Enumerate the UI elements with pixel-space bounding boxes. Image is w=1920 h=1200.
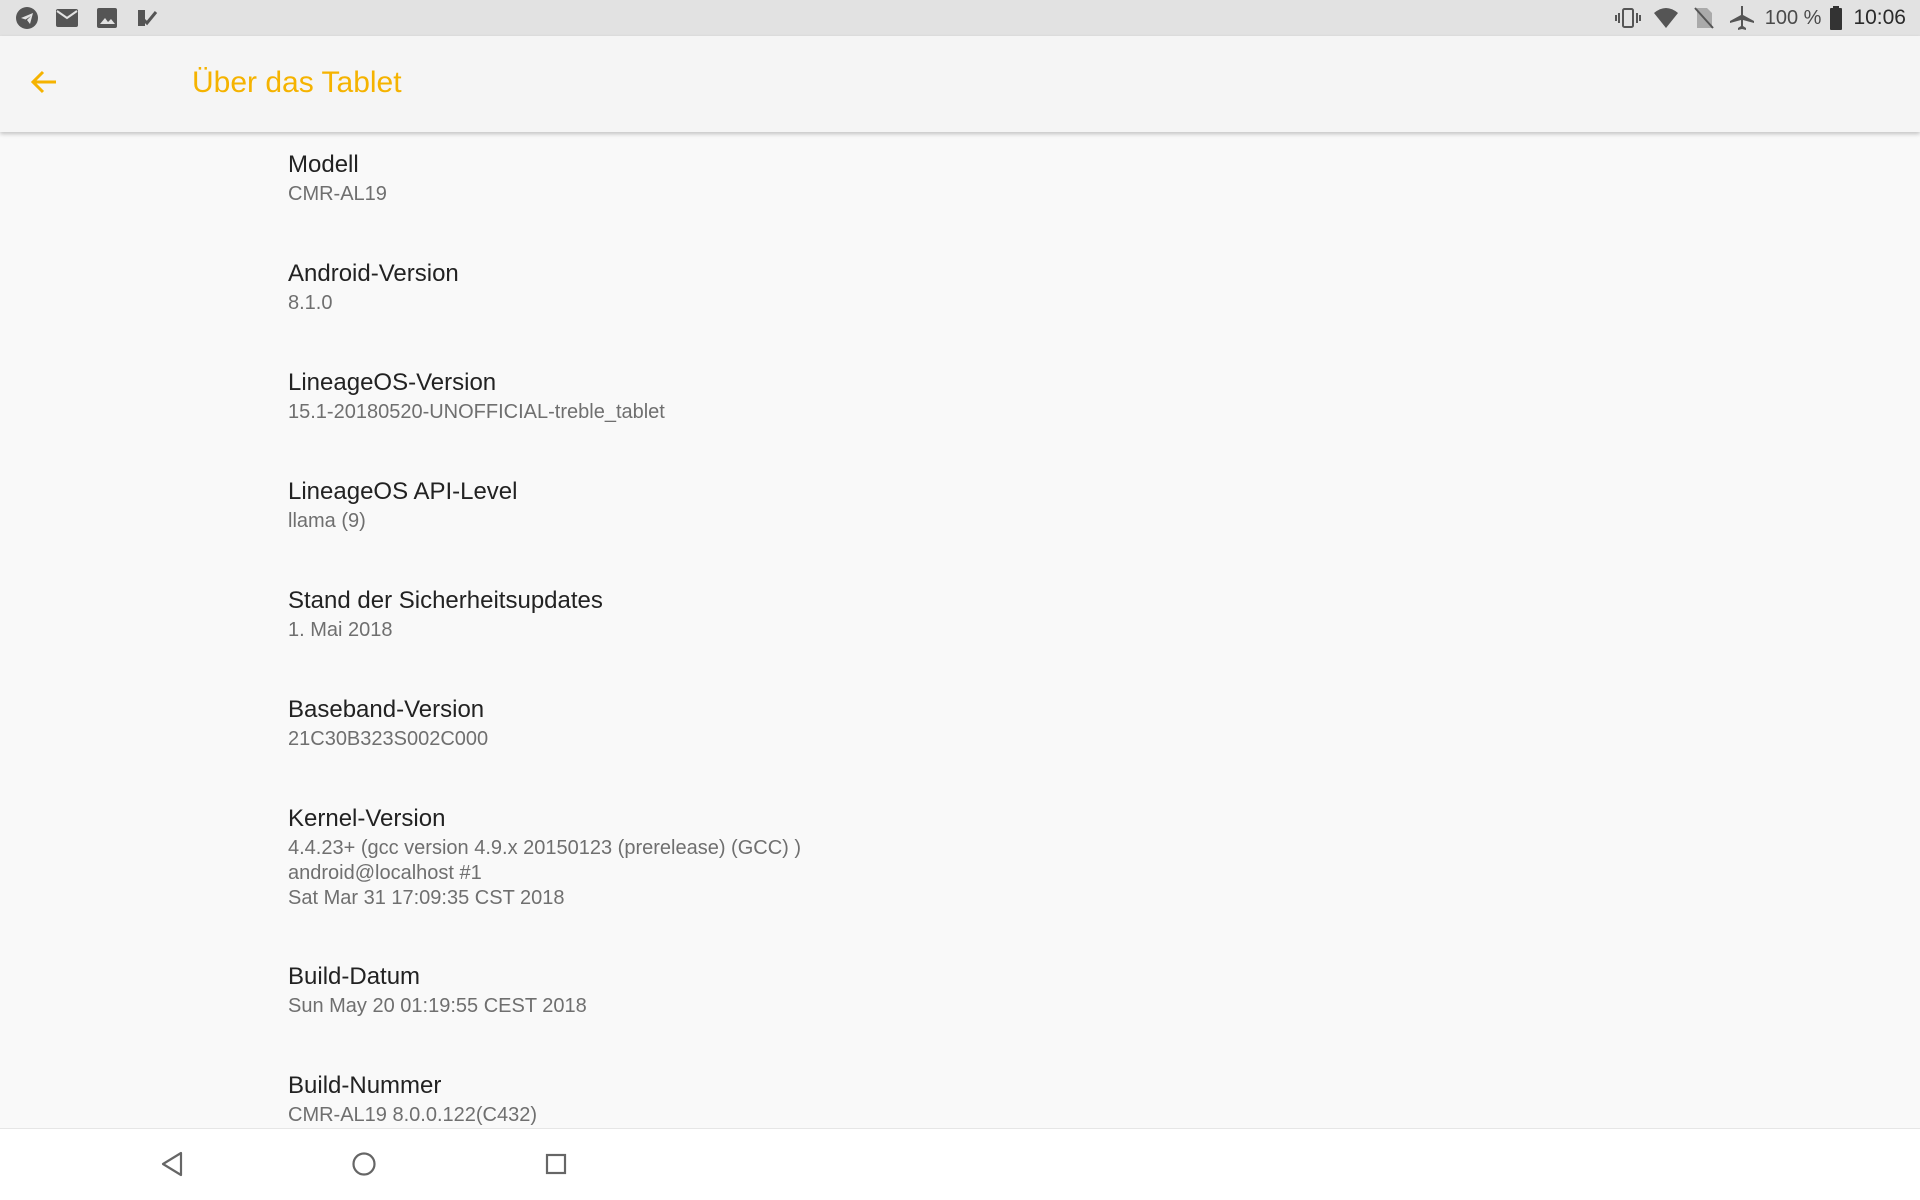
item-value: llama (9) — [288, 510, 366, 532]
back-triangle-icon — [160, 1151, 184, 1182]
task-check-icon — [134, 5, 160, 31]
list-item-kernel-version[interactable]: Kernel-Version 4.4.23+ (gcc version 4.9.… — [288, 804, 1920, 911]
battery-icon — [1829, 5, 1843, 31]
clock: 10:06 — [1853, 6, 1906, 29]
home-circle-icon — [351, 1151, 377, 1182]
telegram-icon — [14, 5, 40, 31]
list-item-android-version[interactable]: Android-Version 8.1.0 — [288, 259, 1920, 316]
system-icons: 100 % 10:06 — [1603, 5, 1906, 31]
item-title: Build-Datum — [288, 963, 421, 990]
item-value: CMR-AL19 8.0.0.122(C432) — [288, 1104, 538, 1126]
list-item-build-number[interactable]: Build-Nummer CMR-AL19 8.0.0.122(C432) — [288, 1071, 1920, 1128]
notification-icons — [14, 5, 174, 31]
list-item-lineageos-api-level[interactable]: LineageOS API-Level llama (9) — [288, 477, 1920, 534]
item-title: Stand der Sicherheitsupdates — [288, 587, 603, 614]
battery-percentage: 100 % — [1764, 6, 1822, 29]
mail-icon — [54, 5, 80, 31]
item-value: 15.1-20180520-UNOFFICIAL-treble_tablet — [288, 401, 665, 423]
status-bar: 100 % 10:06 — [0, 0, 1920, 36]
back-button[interactable] — [22, 62, 66, 106]
item-title: Modell — [288, 151, 359, 178]
item-title: Android-Version — [288, 260, 459, 287]
wifi-icon — [1653, 5, 1679, 31]
nav-recents-button[interactable] — [533, 1143, 579, 1189]
navigation-bar — [0, 1128, 1920, 1200]
nav-home-button[interactable] — [341, 1143, 387, 1189]
app-bar: Über das Tablet — [0, 36, 1920, 132]
list-item-lineageos-version[interactable]: LineageOS-Version 15.1-20180520-UNOFFICI… — [288, 368, 1920, 425]
item-value: 21C30B323S002C000 — [288, 728, 489, 750]
item-value: Sun May 20 01:19:55 CEST 2018 — [288, 995, 587, 1017]
list-item-modell[interactable]: Modell CMR-AL19 — [288, 150, 1920, 207]
item-title: Kernel-Version — [288, 805, 446, 832]
list-item-build-date[interactable]: Build-Datum Sun May 20 01:19:55 CEST 201… — [288, 962, 1920, 1019]
item-title: Baseband-Version — [288, 696, 485, 723]
item-value: 1. Mai 2018 — [288, 619, 393, 641]
item-title: LineageOS-Version — [288, 369, 497, 396]
vibrate-icon — [1614, 5, 1641, 31]
recents-square-icon — [544, 1152, 568, 1181]
about-list: Modell CMR-AL19 Android-Version 8.1.0 Li… — [0, 132, 1920, 1128]
item-title: Build-Nummer — [288, 1072, 442, 1099]
item-value: 8.1.0 — [288, 292, 333, 314]
list-item-baseband-version[interactable]: Baseband-Version 21C30B323S002C000 — [288, 695, 1920, 752]
airplane-icon — [1729, 5, 1755, 31]
item-value-line: android@localhost #1 — [288, 862, 482, 884]
no-sim-icon — [1691, 5, 1717, 31]
item-value-line: Sat Mar 31 17:09:35 CST 2018 — [288, 887, 565, 909]
arrow-left-icon — [30, 68, 58, 101]
page-title: Über das Tablet — [192, 66, 402, 99]
item-value-line: 4.4.23+ (gcc version 4.9.x 20150123 (pre… — [288, 837, 802, 859]
image-icon — [94, 5, 120, 31]
item-title: LineageOS API-Level — [288, 478, 518, 505]
nav-back-button[interactable] — [149, 1143, 195, 1189]
item-value: CMR-AL19 — [288, 183, 387, 205]
list-item-security-patch[interactable]: Stand der Sicherheitsupdates 1. Mai 2018 — [288, 586, 1920, 643]
